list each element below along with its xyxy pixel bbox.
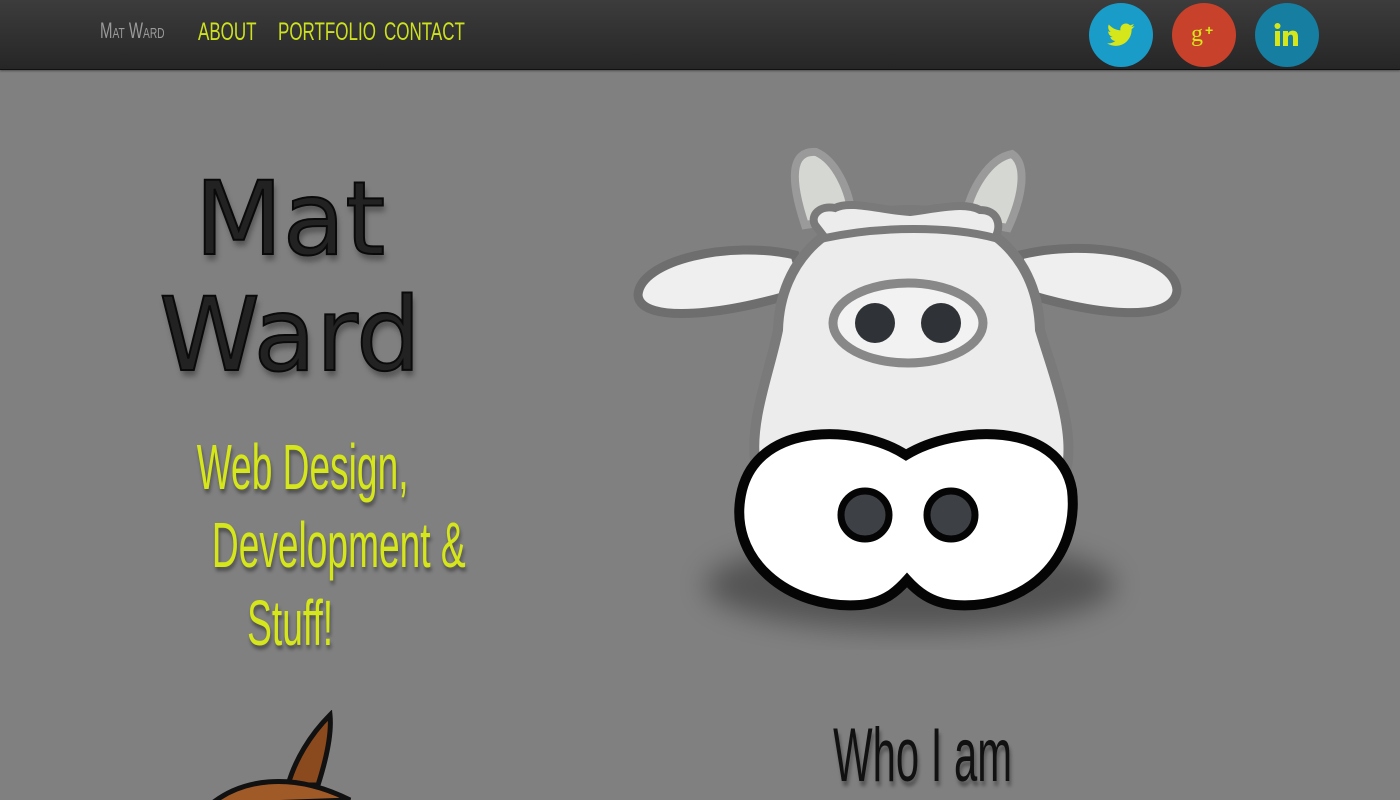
tagline-line-3: Stuff! <box>247 587 333 659</box>
hero-name-line-1: Mat <box>194 160 387 279</box>
google-plus-button[interactable]: g + <box>1172 3 1236 67</box>
linkedin-button[interactable] <box>1255 3 1319 67</box>
twitter-icon <box>1107 23 1135 46</box>
twitter-button[interactable] <box>1089 3 1153 67</box>
about-section-title-text: Who I am <box>833 713 1013 798</box>
tagline-line-2: Development & <box>211 509 466 581</box>
brand-link[interactable]: Mat Ward <box>100 18 165 44</box>
about-section-title: Who I am <box>760 712 1060 799</box>
tagline-line-1: Web Design, <box>196 431 409 503</box>
tagline: Web Design, Development & Stuff! <box>120 428 466 662</box>
hero-name: Mat Ward <box>140 160 440 395</box>
bull-illustration <box>212 710 352 800</box>
svg-text:+: + <box>1205 22 1213 38</box>
svg-text:g: g <box>1191 21 1203 47</box>
nav-about-link[interactable]: ABOUT <box>198 18 257 47</box>
nav-contact-link[interactable]: CONTACT <box>384 18 465 47</box>
navbar: Mat Ward ABOUT PORTFOLIO CONTACT g + <box>0 0 1400 70</box>
cow-illustration <box>633 147 1182 630</box>
google-plus-icon: g + <box>1191 21 1213 47</box>
hero-name-line-2: Ward <box>158 276 422 395</box>
nav-portfolio-link[interactable]: PORTFOLIO <box>278 18 376 47</box>
linkedin-icon <box>1274 23 1298 46</box>
